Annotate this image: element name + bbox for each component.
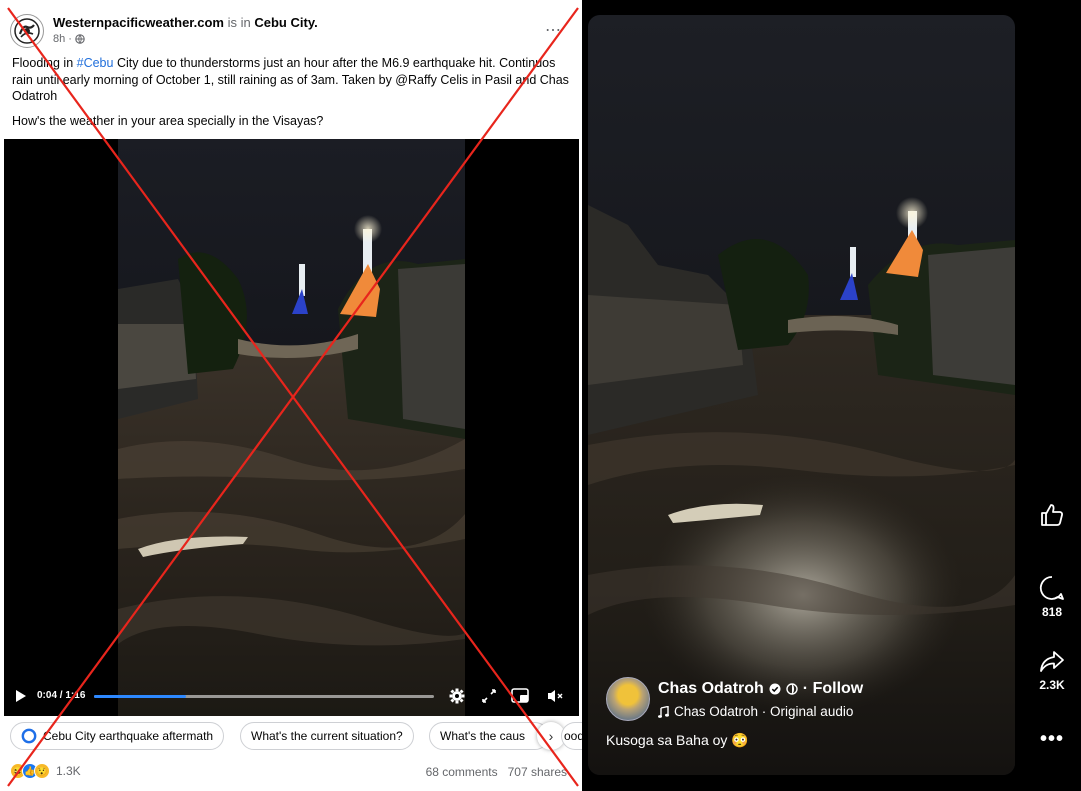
globe-icon: [75, 34, 85, 44]
shares-count[interactable]: 707 shares: [508, 765, 567, 779]
chip-partial[interactable]: ood: [561, 722, 582, 750]
reel-actions: 818 2.3K •••: [1026, 0, 1078, 791]
reactions-count[interactable]: 1.3K: [56, 764, 81, 778]
current-time: 0:04: [37, 690, 58, 701]
music-note-icon: [658, 705, 669, 718]
chip-earthquake-aftermath[interactable]: Cebu City earthquake aftermath: [10, 722, 225, 750]
comments-shares: 68 comments 707 shares: [426, 765, 567, 779]
like-button[interactable]: [1026, 502, 1078, 528]
share-button[interactable]: 2.3K: [1026, 650, 1078, 692]
hashtag-link[interactable]: #Cebu: [77, 56, 114, 70]
post-meta: 8h ·: [53, 33, 85, 45]
chip-cause[interactable]: What's the caus: [429, 722, 549, 750]
fullscreen-icon[interactable]: [480, 687, 498, 705]
location-link[interactable]: Cebu City.: [254, 15, 317, 30]
post-body: Flooding in #Cebu City due to thundersto…: [12, 55, 572, 105]
chip-label: Cebu City earthquake aftermath: [43, 729, 214, 743]
settings-gear-icon[interactable]: [448, 687, 466, 705]
is-in-text: is in: [227, 15, 251, 30]
chip-label: What's the caus: [440, 729, 525, 743]
facebook-post: Westernpacificweather.com is in Cebu Cit…: [0, 0, 582, 791]
share-arrow-icon: [1040, 651, 1064, 672]
shocked-emoji-icon: 😳: [731, 732, 749, 748]
suggested-questions: Cebu City earthquake aftermath What's th…: [10, 722, 582, 750]
shares-count: 2.3K: [1039, 678, 1065, 692]
post-stats: 😆 👍 😯 1.3K 68 comments 707 shares: [10, 762, 575, 782]
reel-panel: Chas Odatroh · Follow Chas Odatroh · Ori…: [582, 0, 1081, 791]
miniplayer-icon[interactable]: [511, 687, 529, 705]
verified-badge-icon: [769, 683, 781, 695]
post-author-line: Westernpacificweather.com is in Cebu Cit…: [53, 15, 318, 30]
video-duration: 1:16: [65, 690, 86, 701]
reel-author-name[interactable]: Chas Odatroh: [658, 680, 764, 698]
comment-bubble-icon: [1039, 576, 1064, 600]
more-options-icon[interactable]: ⋯: [545, 20, 562, 40]
video-progress-bar[interactable]: [94, 695, 434, 698]
post-text-part: Flooding in: [12, 56, 77, 70]
reel-author-avatar[interactable]: [606, 677, 650, 721]
more-options-icon[interactable]: •••: [1026, 728, 1078, 751]
meta-ai-icon: [21, 728, 37, 744]
page-avatar[interactable]: [10, 14, 44, 48]
video-frame[interactable]: [118, 139, 465, 716]
reel-audio-label: Chas Odatroh · Original audio: [674, 704, 854, 719]
play-icon[interactable]: [16, 690, 26, 702]
reel-video[interactable]: Chas Odatroh · Follow Chas Odatroh · Ori…: [588, 15, 1015, 775]
video-time: 0:04 / 1:16: [37, 690, 85, 701]
reactions[interactable]: 😆 👍 😯 1.3K: [10, 763, 81, 779]
follow-button[interactable]: · Follow: [803, 680, 863, 698]
reel-flood-video-image: [588, 15, 1015, 775]
video-controls: 0:04 / 1:16: [4, 684, 579, 712]
reel-caption-text: Kusoga sa Baha oy: [606, 732, 728, 748]
page-name-link[interactable]: Westernpacificweather.com: [53, 15, 224, 30]
wpw-logo-icon: [14, 18, 40, 44]
chip-label: What's the current situation?: [251, 729, 403, 743]
mute-icon[interactable]: [547, 687, 565, 705]
post-header: Westernpacificweather.com is in Cebu Cit…: [10, 12, 572, 48]
chip-label: ood: [564, 729, 582, 743]
flood-video-image: [118, 139, 465, 716]
globe-icon: [786, 683, 798, 695]
thumbs-up-icon: [1041, 504, 1063, 526]
chip-current-situation[interactable]: What's the current situation?: [240, 722, 414, 750]
sad-reaction-icon: 😯: [34, 763, 50, 779]
post-question: How's the weather in your area specially…: [12, 114, 324, 128]
comments-count[interactable]: 68 comments: [426, 765, 498, 779]
video-player[interactable]: 0:04 / 1:16: [4, 139, 579, 716]
reel-caption: Kusoga sa Baha oy 😳: [606, 732, 749, 749]
video-progress-fill: [94, 695, 186, 698]
reel-author-line: Chas Odatroh · Follow: [658, 680, 863, 698]
comments-count: 818: [1041, 605, 1063, 619]
reel-author-block: Chas Odatroh · Follow Chas Odatroh · Ori…: [606, 677, 1006, 767]
comment-button[interactable]: 818: [1026, 575, 1078, 619]
post-time[interactable]: 8h: [53, 33, 65, 45]
reel-audio-line[interactable]: Chas Odatroh · Original audio: [658, 704, 853, 719]
